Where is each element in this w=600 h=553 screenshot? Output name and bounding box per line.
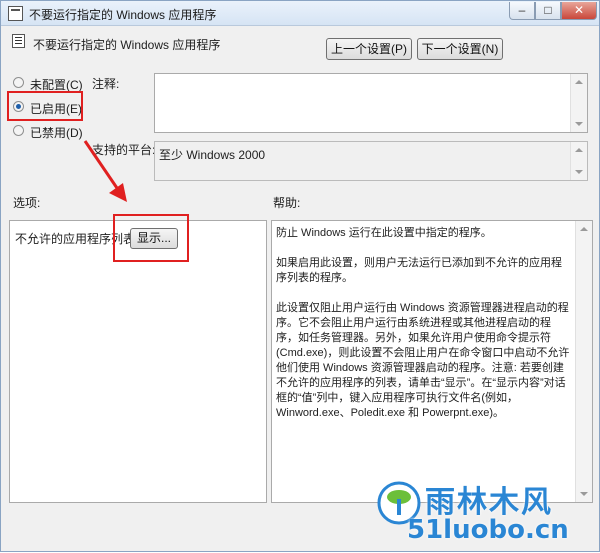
dialog-window: 不要运行指定的 Windows 应用程序 – □ ✕ 不要运行指定的 Windo… [0,0,600,552]
watermark-domain: 51luobo.cn [407,515,569,545]
annotation-arrow [83,140,127,202]
watermark: 雨林木风 51luobo.cn [377,479,599,551]
